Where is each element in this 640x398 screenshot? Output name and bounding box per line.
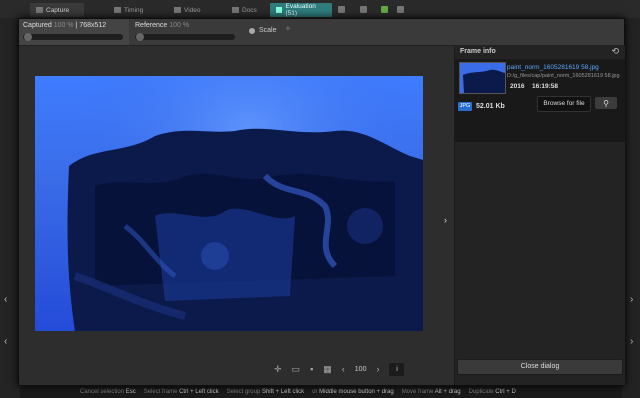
app-tab-bar: Capture Timing Video Docs Evaluation (51… [0, 0, 640, 19]
info-icon: i [396, 365, 398, 373]
chevron-right-icon[interactable]: › [630, 336, 633, 347]
evaluation-icon [276, 7, 283, 13]
reference-opacity-slider[interactable] [135, 33, 235, 41]
crosshair-icon[interactable]: + [285, 24, 291, 35]
frame-info-header: Frame info ⟲ [455, 45, 625, 60]
chevron-left-icon[interactable]: ‹ [4, 336, 7, 347]
zoom-in-icon[interactable]: › [376, 364, 379, 374]
frame-info-panel: Frame info ⟲ paint_norm_1605281619 58.jp… [454, 45, 625, 385]
captured-image [35, 76, 423, 331]
capture-date: 2016 [510, 83, 525, 90]
actual-size-icon[interactable]: ▪ [310, 364, 313, 374]
hint: Duplicate Ctrl + D [468, 388, 516, 395]
tab-evaluation[interactable]: Evaluation (51) [270, 3, 332, 17]
move-icon[interactable]: ✛ [274, 364, 282, 375]
scale-label[interactable]: Scale [259, 27, 277, 34]
slider-handle[interactable] [24, 33, 32, 41]
tab-label: Timing [124, 6, 144, 14]
hint: or Middle mouse button + drag [312, 388, 394, 395]
slider-handle[interactable] [136, 33, 144, 41]
captured-opacity-slider[interactable] [23, 33, 123, 41]
shortcut-hints-bar: Cancel selection Esc Select frame Ctrl +… [80, 385, 640, 398]
hint: Select group Shift + Left click [226, 388, 305, 395]
tab-timing[interactable]: Timing [108, 3, 156, 17]
grid-icon[interactable] [360, 6, 367, 13]
reference-label: Reference 100 % [135, 22, 190, 29]
magnifier-icon: ⚲ [603, 98, 609, 108]
file-size: 52.01 Kb [476, 103, 505, 110]
dialog-toolbar: Captured 100 % | 768x512 Reference 100 %… [19, 19, 624, 46]
hint: Select frame Ctrl + Left click [143, 388, 219, 395]
frame-details: paint_norm_1605281619 58.jpg D:/g_files/… [455, 59, 625, 142]
reference-control: Reference 100 % [131, 19, 241, 45]
collapse-panel-icon[interactable]: › [444, 215, 447, 225]
frame-info-title: Frame info [460, 48, 496, 55]
image-viewer: ✛ ▭ ▪ ▦ ‹ 100 › i [19, 46, 436, 385]
file-name-link[interactable]: paint_norm_1605281619 58.jpg [507, 64, 599, 71]
browse-tooltip: Browse for file [537, 96, 591, 112]
close-dialog-button[interactable]: Close dialog [457, 359, 623, 375]
tab-label: Docs [242, 6, 257, 14]
wrench-icon[interactable] [338, 6, 345, 13]
tab-label: Capture [46, 6, 70, 14]
tab-capture[interactable]: Capture [30, 3, 84, 17]
capture-time: 16:19:58 [532, 83, 559, 90]
frame-thumbnail[interactable] [459, 62, 506, 94]
alert-icon[interactable] [381, 6, 388, 13]
timing-icon [114, 7, 121, 13]
hint: Move frame Alt + drag [401, 388, 461, 395]
file-path: D:/g_files/cap/paint_norm_1605281619 58.… [507, 73, 620, 79]
video-icon [174, 7, 181, 13]
docs-icon [232, 7, 239, 13]
grid-icon[interactable]: ▦ [323, 364, 332, 375]
hint: Cancel selection Esc [80, 388, 136, 395]
viewer-toolbar: ✛ ▭ ▪ ▦ ‹ 100 › i [274, 362, 405, 376]
tab-docs[interactable]: Docs [226, 3, 266, 17]
captured-label: Captured 100 % | 768x512 [23, 22, 107, 29]
zoom-value: 100 [354, 365, 367, 373]
captured-control: Captured 100 % | 768x512 [19, 19, 129, 45]
brush-icon[interactable] [397, 6, 404, 13]
format-badge: JPG [458, 102, 472, 111]
tab-label: Evaluation (51) [285, 3, 316, 17]
frame-compare-dialog: Captured 100 % | 768x512 Reference 100 %… [18, 18, 625, 386]
fit-frame-icon[interactable]: ▭ [292, 364, 301, 375]
refresh-icon[interactable]: ⟲ [611, 46, 619, 57]
left-sidebar-background: ‹ ‹ [0, 18, 20, 398]
zoom-out-icon[interactable]: ‹ [342, 364, 345, 374]
chevron-left-icon[interactable]: ‹ [4, 294, 7, 305]
tab-video[interactable]: Video [168, 3, 212, 17]
scale-radio[interactable] [249, 28, 255, 34]
tab-label: Video [184, 6, 201, 14]
chevron-right-icon[interactable]: › [630, 294, 633, 305]
info-button[interactable]: i [389, 362, 405, 376]
browse-file-button[interactable]: ⚲ [595, 97, 617, 109]
camera-icon [36, 7, 43, 13]
